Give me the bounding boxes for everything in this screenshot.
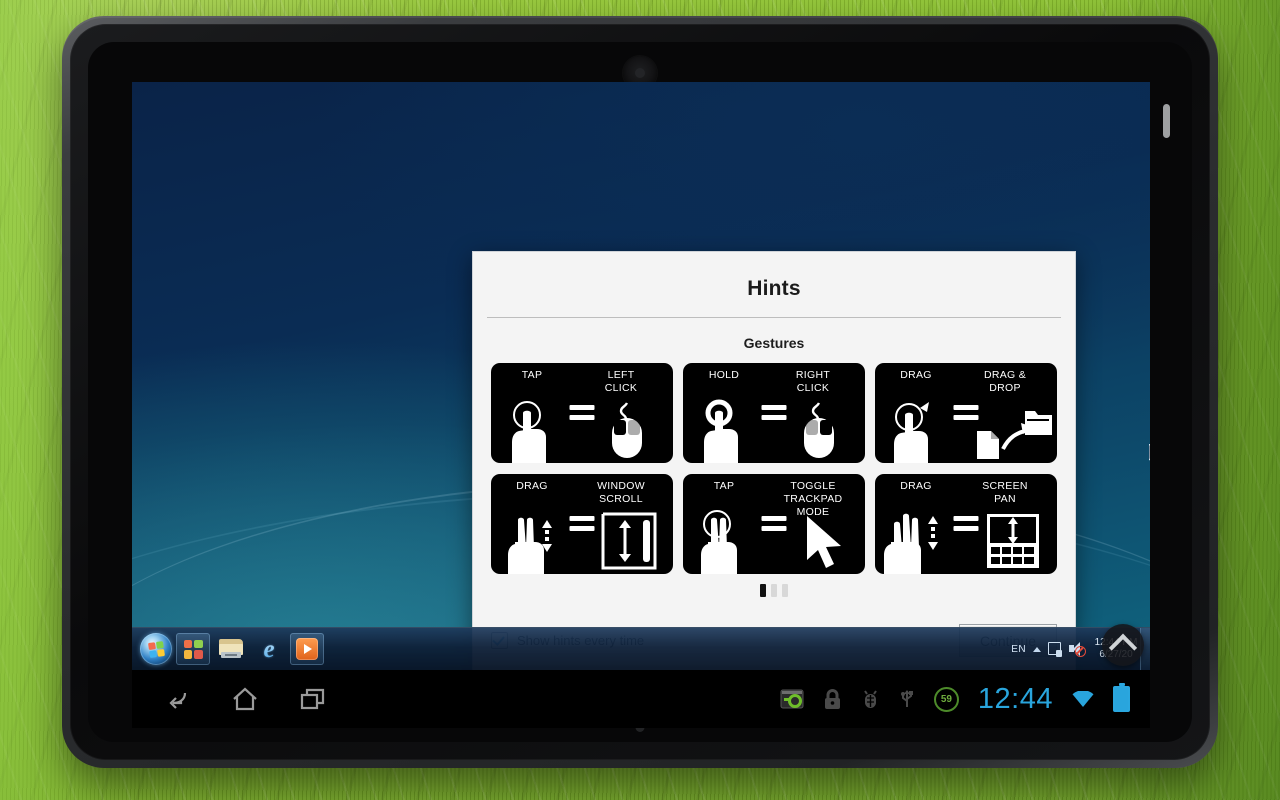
gesture-label: TAP (521, 369, 543, 381)
two-finger-drag-icon (497, 502, 569, 574)
gesture-card-window-scroll[interactable]: DRAG WINDOW SCROLL (491, 474, 673, 574)
expand-toolbar-button[interactable] (1102, 624, 1144, 666)
page-title: Hints (747, 277, 801, 300)
screen-pan-grid-icon (969, 510, 1053, 572)
gesture-card-toggle-trackpad[interactable]: TAP TOGGLE TRACKPAD MODE (683, 474, 865, 574)
gesture-label: TAP (713, 480, 735, 492)
tray-language[interactable]: EN (1011, 644, 1026, 655)
folder-icon (219, 639, 243, 659)
page-indicator[interactable] (473, 584, 1075, 597)
hints-dialog: Hints Gestures TAP LEFT CLICK HOLD RIGHT… (472, 251, 1076, 670)
show-hidden-icons-icon[interactable] (1033, 646, 1041, 652)
gesture-card-hold-right-click[interactable]: HOLD RIGHT CLICK (683, 363, 865, 463)
taskbar-items: e (132, 633, 324, 665)
battery-full-icon[interactable] (1113, 686, 1130, 712)
windows-tile-icon (183, 639, 203, 659)
action-label: LEFT CLICK (604, 369, 638, 394)
gesture-card-screen-pan[interactable]: DRAG SCREEN PAN (875, 474, 1057, 574)
taskbar-item-internet-explorer[interactable]: e (252, 633, 286, 665)
android-debug-icon[interactable] (861, 688, 880, 710)
mouse-left-button-icon (585, 399, 669, 461)
page-dot-2[interactable] (771, 584, 777, 597)
page-dot-1[interactable] (760, 584, 766, 597)
mouse-cursor-icon (1149, 444, 1150, 464)
taskbar-item-file-explorer[interactable] (214, 633, 248, 665)
windows-logo-icon (147, 640, 165, 658)
media-player-icon (296, 638, 318, 660)
sensor-indicator (1163, 104, 1170, 138)
volume-muted-icon[interactable] (1069, 642, 1086, 657)
remote-desktop-app-icon[interactable] (780, 688, 804, 710)
usb-icon[interactable] (899, 688, 915, 710)
network-connection-icon[interactable] (1048, 641, 1062, 657)
home-button[interactable] (228, 682, 262, 716)
action-label: WINDOW SCROLL (597, 480, 645, 505)
back-button[interactable] (160, 682, 194, 716)
action-label: RIGHT CLICK (795, 369, 831, 394)
mouse-right-button-icon (777, 399, 861, 461)
gesture-card-grid: TAP LEFT CLICK HOLD RIGHT CLICK DRAG DRA… (473, 363, 1075, 574)
screenshot-root: Hints Gestures TAP LEFT CLICK HOLD RIGHT… (0, 0, 1280, 800)
gesture-label: DRAG (516, 480, 548, 492)
page-dot-3[interactable] (782, 584, 788, 597)
two-finger-tap-icon (689, 502, 761, 574)
action-label: SCREEN PAN (982, 480, 1028, 505)
three-finger-drag-icon (881, 502, 953, 574)
gesture-label: DRAG (900, 480, 932, 492)
gesture-card-drag-drop[interactable]: DRAG DRAG & DROP (875, 363, 1057, 463)
window-scrollbar-icon (585, 510, 669, 572)
windows-taskbar: e EN 12:44 PM 6/27/20 (132, 627, 1150, 670)
android-clock[interactable]: 12:44 (978, 684, 1053, 714)
android-nav-buttons (132, 682, 330, 716)
gesture-label: HOLD (708, 369, 740, 381)
wifi-icon[interactable] (1072, 689, 1094, 708)
section-title: Gestures (743, 335, 805, 351)
taskbar-item-windows-tile[interactable] (176, 633, 210, 665)
windows-desktop-screen[interactable]: Hints Gestures TAP LEFT CLICK HOLD RIGHT… (132, 82, 1150, 670)
lock-icon[interactable] (823, 688, 842, 710)
one-finger-drag-icon (881, 391, 953, 463)
one-finger-tap-icon (497, 391, 569, 463)
internet-explorer-icon: e (263, 635, 275, 663)
taskbar-item-media-player[interactable] (290, 633, 324, 665)
counter-badge[interactable]: 59 (933, 686, 959, 712)
recents-button[interactable] (296, 682, 330, 716)
android-navigation-bar: 59 12:44 (132, 670, 1150, 728)
gesture-label: DRAG (900, 369, 932, 381)
windows-start-button[interactable] (140, 633, 172, 665)
file-to-folder-icon (969, 399, 1053, 461)
one-finger-hold-icon (689, 391, 761, 463)
gesture-card-tap-left-click[interactable]: TAP LEFT CLICK (491, 363, 673, 463)
cursor-arrow-icon (777, 510, 861, 572)
android-status-icons: 59 12:44 (780, 684, 1150, 714)
action-label: DRAG & DROP (983, 369, 1027, 394)
